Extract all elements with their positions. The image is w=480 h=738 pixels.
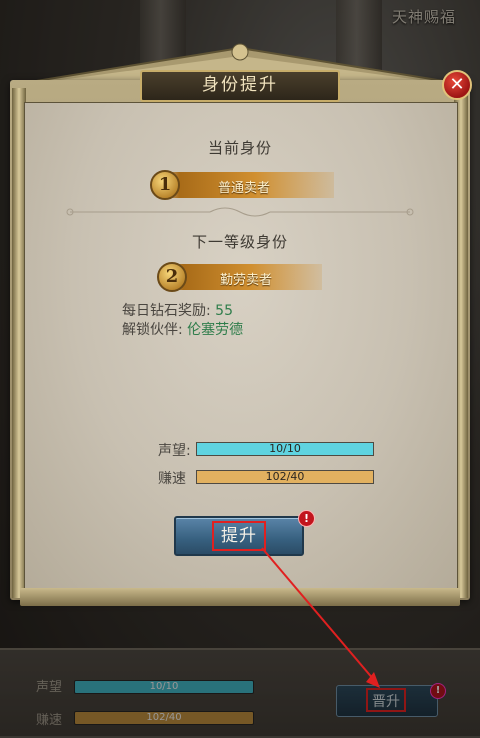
reputation-bar: 10/10 bbox=[196, 442, 374, 456]
diamond-reward-line: 每日钻石奖励: 55 bbox=[122, 300, 233, 320]
earning-speed-label: 赚速 bbox=[158, 471, 186, 487]
next-rank-heading: 下一等级身份 bbox=[191, 233, 288, 251]
current-rank-name: 普通卖者 bbox=[218, 181, 271, 196]
partner-unlock-line: 解锁伙伴: 伦塞劳德 bbox=[122, 319, 243, 339]
reputation-label: 声望: bbox=[158, 443, 191, 459]
diamond-reward-value: 55 bbox=[215, 303, 233, 319]
current-rank-medal: 1 bbox=[150, 170, 180, 200]
reputation-value: 10/10 bbox=[269, 442, 301, 455]
ornament-divider bbox=[66, 207, 414, 217]
partner-unlock-label: 解锁伙伴: bbox=[122, 322, 183, 338]
diamond-reward-label: 每日钻石奖励: bbox=[122, 303, 211, 319]
next-rank-name: 勤劳卖者 bbox=[220, 273, 273, 288]
partner-unlock-value: 伦塞劳德 bbox=[187, 322, 244, 338]
earning-speed-bar: 102/40 bbox=[196, 470, 374, 484]
upgrade-button-label[interactable]: 提升 bbox=[212, 521, 266, 551]
next-rank-medal: 2 bbox=[157, 262, 187, 292]
earning-speed-value: 102/40 bbox=[265, 470, 305, 483]
dialog-title: 身份提升 bbox=[202, 75, 278, 95]
current-rank-heading: 当前身份 bbox=[207, 139, 272, 157]
alert-badge: ! bbox=[298, 510, 315, 527]
frame-base bbox=[20, 588, 460, 606]
close-icon[interactable]: ✕ bbox=[442, 70, 472, 100]
